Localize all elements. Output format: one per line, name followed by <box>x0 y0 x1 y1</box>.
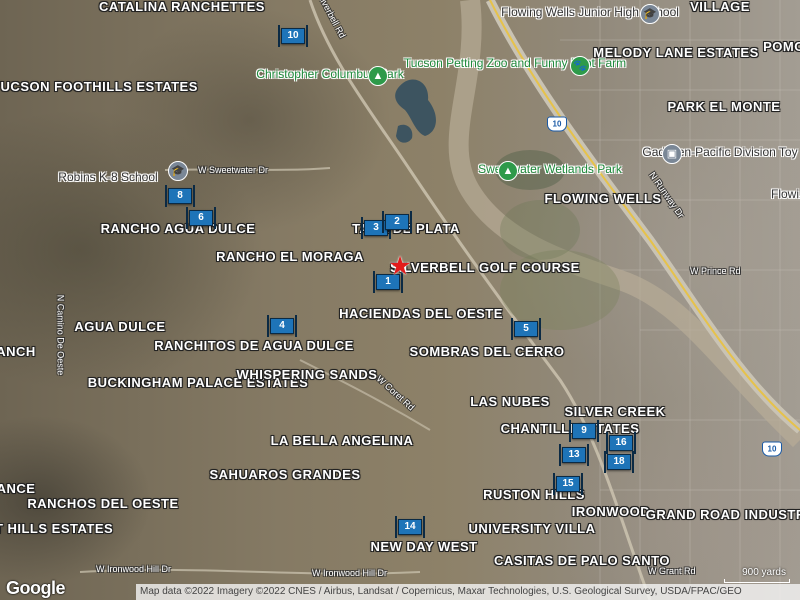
marker-14[interactable]: 14 <box>395 516 425 538</box>
road-prince: W Prince Rd <box>690 266 741 276</box>
marker-6[interactable]: 6 <box>186 207 216 229</box>
label-village: VILLAGE <box>690 0 750 14</box>
label-new-day-west: NEW DAY WEST <box>370 539 478 554</box>
poi-robins-k8-school[interactable]: Robins K-8 School <box>58 171 157 184</box>
label-tucson-foothills-estates: TUCSON FOOTHILLS ESTATES <box>0 79 198 94</box>
marker-16[interactable]: 16 <box>606 432 636 454</box>
label-pomo: POMO <box>763 39 800 54</box>
label-rancho-el-moraga: RANCHO EL MORAGA <box>216 249 364 264</box>
school-icon: 🎓 <box>168 161 188 181</box>
paw-icon: 🐾 <box>570 56 590 76</box>
label-ironwood: IRONWOOD <box>571 504 651 519</box>
label-catalina-ranchettes: CATALINA RANCHETTES <box>99 0 265 14</box>
label-anch: ANCH <box>0 344 36 359</box>
road-ironwood-hill-2: W Ironwood Hill Dr <box>312 568 388 578</box>
label-park-el-monte: PARK EL MONTE <box>667 99 781 114</box>
marker-9[interactable]: 9 <box>569 420 599 442</box>
road-sweetwater: W Sweetwater Dr <box>198 165 269 175</box>
marker-13[interactable]: 13 <box>559 444 589 466</box>
marker-5[interactable]: 5 <box>511 318 541 340</box>
marker-15[interactable]: 15 <box>553 473 583 495</box>
marker-18[interactable]: 18 <box>604 451 634 473</box>
label-ance: ANCE <box>0 481 36 496</box>
label-ranchos-del-oeste: RANCHOS DEL OESTE <box>27 496 179 511</box>
label-ranchitos-de-agua-dulce: RANCHITOS DE AGUA DULCE <box>154 338 354 353</box>
label-silver-creek: SILVER CREEK <box>564 404 666 419</box>
scale-label: 900 yards <box>742 567 786 578</box>
label-flowing-wells: FLOWING WELLS <box>544 191 662 206</box>
label-rancho-agua-dulce: RANCHO AGUA DULCE <box>100 221 256 236</box>
label-sahuaros-grandes: SAHUAROS GRANDES <box>209 467 361 482</box>
interstate-10-shield: 10 <box>762 441 782 457</box>
road-grant: W Grant Rd <box>648 566 696 576</box>
label-agua-dulce: AGUA DULCE <box>74 319 166 334</box>
label-whispering-sands: WHISPERING SANDS <box>236 367 378 382</box>
marker-2[interactable]: 2 <box>382 211 412 233</box>
map-attribution: Map data ©2022 Imagery ©2022 CNES / Airb… <box>136 584 800 600</box>
label-sombras-del-cerro: SOMBRAS DEL CERRO <box>409 344 565 359</box>
label-casitas-de-palo-santo: CASITAS DE PALO SANTO <box>494 553 670 568</box>
label-university-villa: UNIVERSITY VILLA <box>468 521 596 536</box>
tree-icon: ▲ <box>368 66 388 86</box>
label-silverbell-golf-course: SILVERBELL GOLF COURSE <box>390 260 580 275</box>
label-la-bella-angelina: LA BELLA ANGELINA <box>270 433 414 448</box>
label-grand-road-industrial: GRAND ROAD INDUSTRIAL <box>645 507 800 522</box>
poi-tucson-petting-zoo[interactable]: Tucson Petting Zoo and Funny Foot Farm <box>404 57 626 70</box>
road-ironwood-hill-1: W Ironwood Hill Dr <box>96 564 172 574</box>
marker-10[interactable]: 10 <box>278 25 308 47</box>
label-unset-hills-estates: UNSET HILLS ESTATES <box>0 521 114 536</box>
road-camino-de-oeste: N Camino De Oeste <box>55 294 66 376</box>
google-logo: Google <box>6 578 66 598</box>
selected-location-star-icon[interactable]: ★ <box>388 251 411 282</box>
marker-8[interactable]: 8 <box>165 185 195 207</box>
label-las-nubes: LAS NUBES <box>470 394 550 409</box>
map-canvas[interactable]: CATALINA RANCHETTES TUCSON FOOTHILLS EST… <box>0 0 800 600</box>
marker-4[interactable]: 4 <box>267 315 297 337</box>
poi-flowi[interactable]: Flowi... <box>771 188 800 201</box>
museum-icon: ▣ <box>662 144 682 164</box>
label-haciendas-del-oeste: HACIENDAS DEL OESTE <box>339 306 503 321</box>
interstate-10-shield: 10 <box>547 116 567 132</box>
tree-icon: ▲ <box>498 161 518 181</box>
school-icon: 🎓 <box>640 4 660 24</box>
scale-bar <box>724 579 790 583</box>
